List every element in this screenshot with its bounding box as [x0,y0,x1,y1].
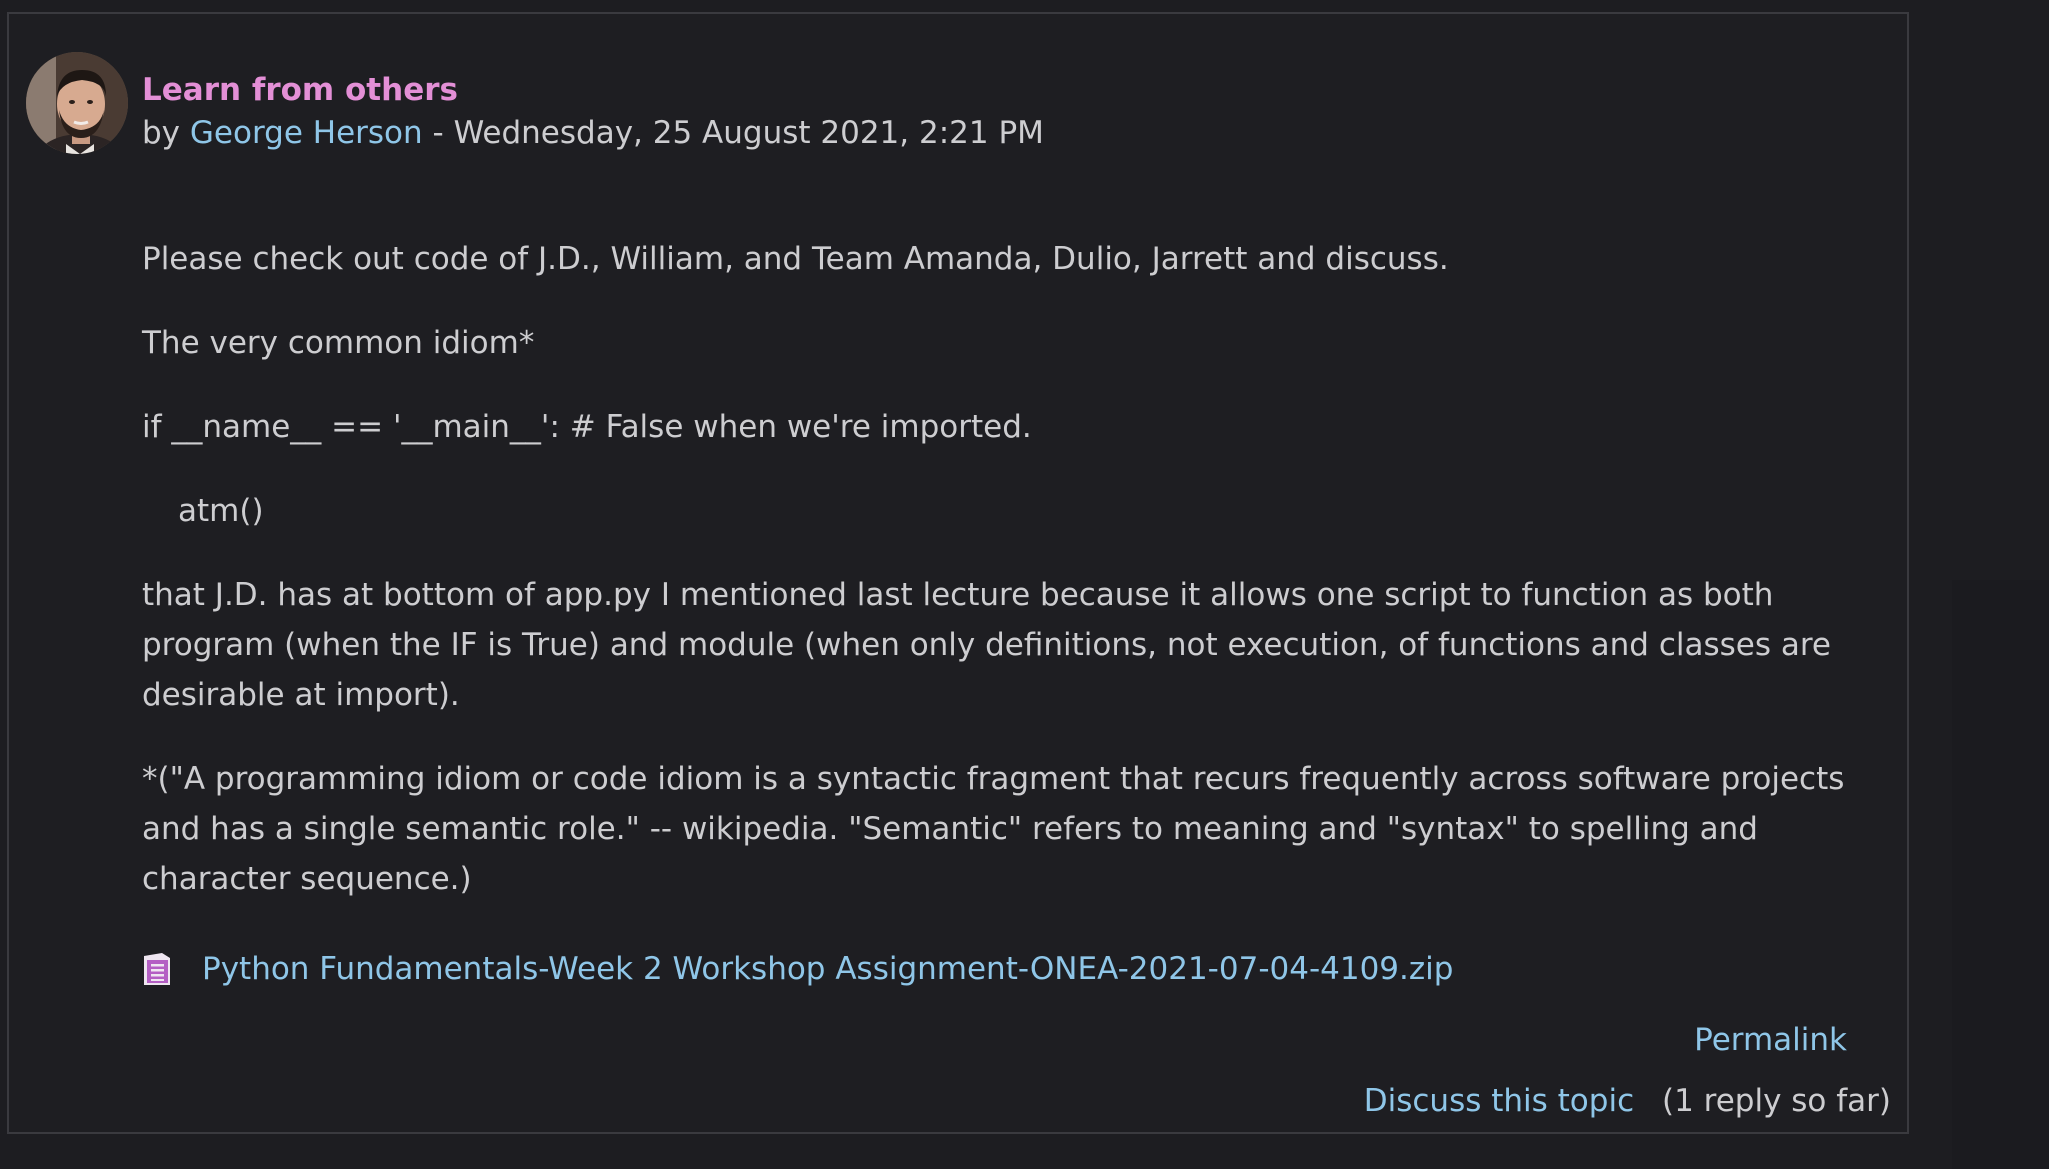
archive-file-icon [144,953,170,985]
forum-post: Learn from others by George Herson - Wed… [7,12,1909,1134]
body-paragraph: The very common idiom* [142,325,535,361]
discuss-row: Discuss this topic (1 reply so far) [1364,1083,1891,1119]
reply-count: (1 reply so far) [1661,1083,1891,1119]
by-label: by [142,115,181,151]
body-paragraph: Please check out code of J.D., William, … [142,241,1449,277]
body-paragraph: that J.D. has at bottom of app.py I ment… [142,577,1832,713]
user-avatar-icon [26,52,128,154]
code-line: if __name__ == '__main__': # False when … [142,409,1032,445]
attachment-link[interactable]: Python Fundamentals-Week 2 Workshop Assi… [202,951,1453,987]
code-line-indented: atm() [178,493,264,529]
author-link[interactable]: George Herson [190,115,423,151]
discuss-topic-link[interactable]: Discuss this topic [1364,1083,1634,1119]
date-separator: - [432,115,444,151]
post-subject[interactable]: Learn from others [142,72,458,108]
post-date: Wednesday, 25 August 2021, 2:21 PM [453,115,1044,151]
author-avatar[interactable] [26,52,128,154]
attachment: Python Fundamentals-Week 2 Workshop Assi… [142,944,1453,994]
permalink-link[interactable]: Permalink [1694,1022,1847,1058]
page-side-strip [1952,580,2049,1169]
body-paragraph: *("A programming idiom or code idiom is … [142,761,1845,897]
post-byline: by George Herson - Wednesday, 25 August … [142,115,1044,151]
post-body: Please check out code of J.D., William, … [142,234,1872,938]
